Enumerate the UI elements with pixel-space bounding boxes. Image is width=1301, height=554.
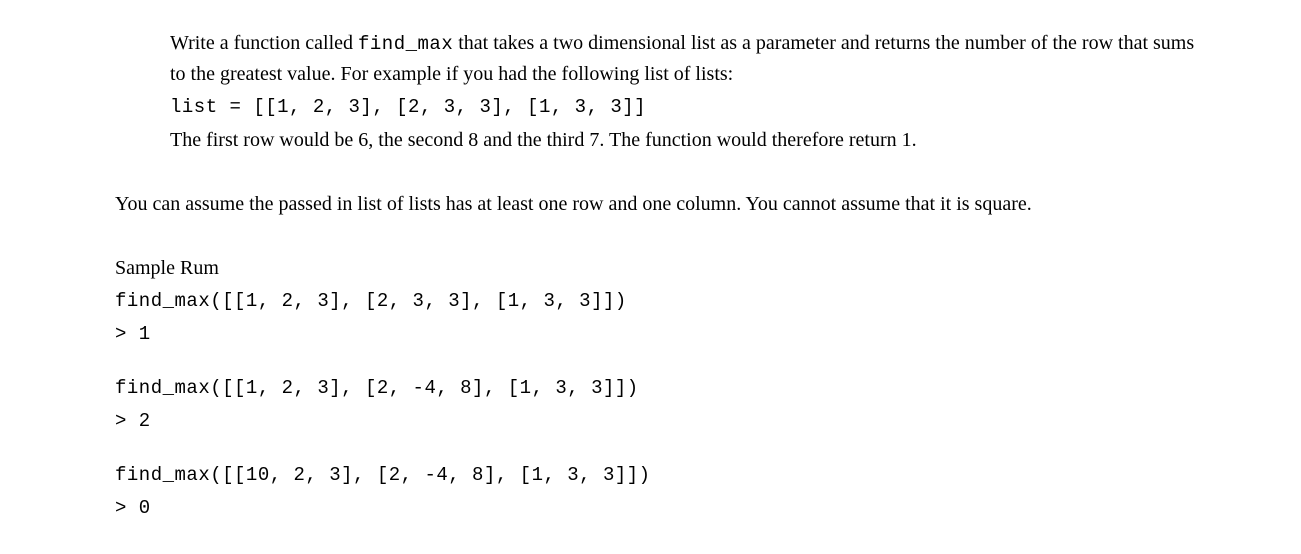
- sample-output-3: > 0: [115, 494, 1211, 523]
- intro-text-1: Write a function called: [170, 32, 358, 54]
- sample-call-1: find_max([[1, 2, 3], [2, 3, 3], [1, 3, 3…: [115, 287, 1211, 316]
- function-name: find_max: [358, 33, 453, 55]
- sample-output-2: > 2: [115, 407, 1211, 436]
- assumptions-text: You can assume the passed in list of lis…: [115, 189, 1211, 219]
- explanation-text: The first row would be 6, the second 8 a…: [115, 125, 1211, 155]
- sample-call-3: find_max([[10, 2, 3], [2, -4, 8], [1, 3,…: [115, 461, 1211, 490]
- sample-call-2: find_max([[1, 2, 3], [2, -4, 8], [1, 3, …: [115, 374, 1211, 403]
- document-body: Write a function called find_max that ta…: [0, 28, 1301, 522]
- sample-heading: Sample Rum: [115, 253, 1211, 283]
- example-list-code: list = [[1, 2, 3], [2, 3, 3], [1, 3, 3]]: [115, 93, 1211, 122]
- sample-output-1: > 1: [115, 320, 1211, 349]
- problem-description: Write a function called find_max that ta…: [115, 28, 1211, 89]
